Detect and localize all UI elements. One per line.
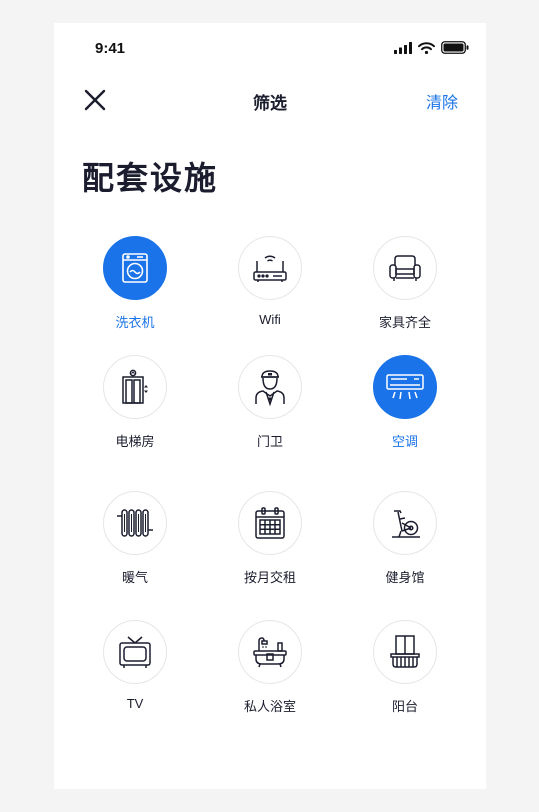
facility-icon-circle [373,620,437,684]
facility-furnished[interactable]: 家具齐全 [340,236,470,331]
facility-icon-circle [238,491,302,555]
facility-label: 洗衣机 [115,315,155,330]
doorman-icon [252,368,288,406]
status-icons [394,41,469,54]
facility-label: 门卫 [256,434,283,449]
facility-label: TV [126,696,144,711]
battery-icon [441,41,469,54]
facility-air-conditioner[interactable]: 空调 [340,355,470,450]
facility-label: 按月交租 [243,570,296,585]
facility-tv[interactable]: TV [70,620,200,711]
router-icon [251,251,289,285]
radiator-icon [115,506,155,540]
facility-label: 暖气 [121,570,148,585]
air-conditioner-icon [385,372,425,402]
wifi-icon [418,41,435,54]
facility-icon-circle [373,355,437,419]
facility-washing-machine[interactable]: 洗衣机 [70,236,200,331]
facility-label: 家具齐全 [378,315,431,330]
section-title: 配套设施 [82,160,219,196]
washing-machine-icon [118,251,152,285]
facility-icon-circle [103,236,167,300]
facility-elevator[interactable]: 电梯房 [70,355,200,450]
clear-button[interactable]: 清除 [426,89,458,113]
facility-doorman[interactable]: 门卫 [205,355,335,450]
facility-label: 空调 [391,434,418,449]
facility-wifi[interactable]: Wifi [205,236,335,327]
exercise-bike-icon [387,505,423,541]
facility-icon-circle [373,236,437,300]
facility-gym[interactable]: 健身馆 [340,491,470,586]
tv-icon [116,634,154,670]
filter-screen: 9:41 筛选 清除 配套设施 洗衣机 Wifi 家具齐全 电梯房 门卫 空调 … [54,23,486,789]
facility-icon-circle [373,491,437,555]
facility-icon-circle [238,620,302,684]
facility-heating[interactable]: 暖气 [70,491,200,586]
facility-label: 健身馆 [385,570,425,585]
balcony-icon [387,633,423,671]
facility-icon-circle [103,355,167,419]
facility-icon-circle [103,620,167,684]
status-bar: 9:41 [54,23,486,75]
nav-bar: 筛选 清除 [54,83,486,117]
facility-icon-circle [238,355,302,419]
facility-monthly-rent[interactable]: 按月交租 [205,491,335,586]
facility-label: Wifi [259,312,281,327]
calendar-icon [252,505,288,541]
facility-icon-circle [238,236,302,300]
facility-label: 私人浴室 [243,699,296,714]
sofa-icon [387,252,423,284]
facility-label: 阳台 [391,699,418,714]
facility-balcony[interactable]: 阳台 [340,620,470,715]
signal-icon [394,41,412,54]
facility-label: 电梯房 [115,434,155,449]
bathtub-icon [251,634,289,670]
facility-private-bathroom[interactable]: 私人浴室 [205,620,335,715]
facility-icon-circle [103,491,167,555]
status-time: 9:41 [95,40,126,57]
page-header-title: 筛选 [253,94,287,113]
elevator-icon [118,369,152,405]
